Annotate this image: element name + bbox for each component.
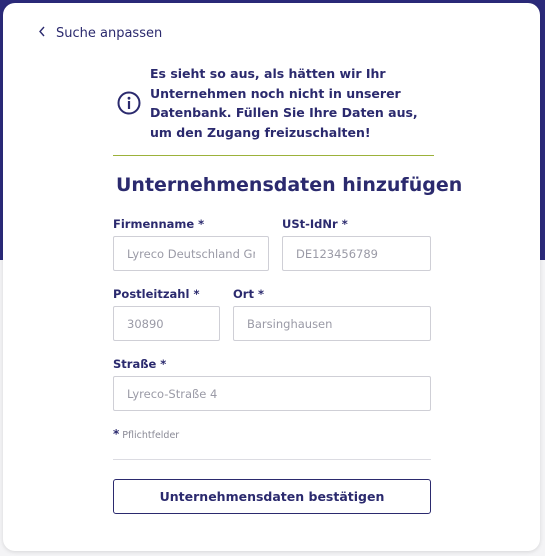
required-star: *	[113, 427, 120, 441]
vat-id-input[interactable]	[282, 236, 431, 271]
divider	[113, 459, 431, 460]
company-name-input[interactable]	[113, 236, 269, 271]
chevron-left-icon	[38, 26, 48, 41]
street-label: Straße *	[113, 357, 167, 371]
confirm-company-button[interactable]: Unternehmensdaten bestätigen	[113, 479, 431, 514]
postal-code-label: Postleitzahl *	[113, 287, 200, 301]
form-title: Unternehmensdaten hinzufügen	[116, 174, 463, 196]
postal-code-input[interactable]	[113, 306, 220, 341]
company-name-label: Firmenname *	[113, 217, 205, 231]
required-fields-text: Pflichtfelder	[122, 430, 180, 441]
info-icon	[117, 91, 141, 119]
notice-message: Es sieht so aus, als hätten wir Ihr Unte…	[150, 66, 418, 140]
page: Suche anpassen Es sieht so aus, als hätt…	[0, 0, 545, 556]
city-label: Ort *	[233, 287, 264, 301]
info-notice: Es sieht so aus, als hätten wir Ihr Unte…	[113, 62, 434, 156]
vat-id-label: USt-IdNr *	[282, 217, 348, 231]
form-card: Suche anpassen Es sieht so aus, als hätt…	[3, 3, 540, 551]
street-input[interactable]	[113, 376, 431, 411]
city-input[interactable]	[233, 306, 431, 341]
back-link[interactable]: Suche anpassen	[38, 26, 162, 41]
required-fields-note: * Pflichtfelder	[113, 427, 179, 441]
back-link-label: Suche anpassen	[56, 26, 163, 41]
